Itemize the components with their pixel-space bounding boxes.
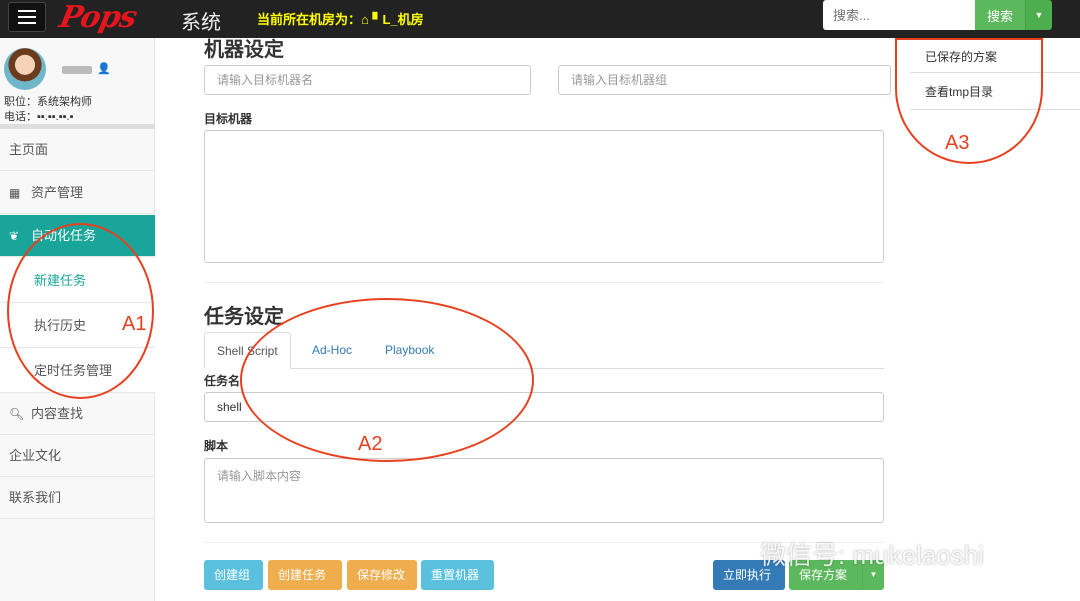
sidebar-item-home[interactable]: 主页面 <box>0 129 155 171</box>
logo: Pops <box>56 0 140 35</box>
sidebar-item-label: 主页面 <box>9 142 49 157</box>
user-position: 职位：系统架构师 <box>4 96 92 108</box>
home-icon: ⌂ <box>361 12 373 27</box>
main-content: 机器设定 请输入目标机器名 请输入目标机器组 目标机器 任务设定 Shell S… <box>155 38 910 601</box>
reset-machine-button[interactable]: 重置机器 <box>421 560 494 590</box>
target-machine-textarea[interactable] <box>204 130 884 263</box>
annotation-a1: A1 <box>122 313 147 335</box>
save-changes-button[interactable]: 保存修改 <box>347 560 417 590</box>
room-label: 当前所在机房为： <box>257 12 362 27</box>
sidebar-item-label: 联系我们 <box>9 490 62 505</box>
search-input[interactable] <box>823 0 975 30</box>
divider <box>204 282 884 283</box>
search-button[interactable]: 搜索 <box>975 0 1025 30</box>
sidebar-item-assets[interactable]: ▦ 资产管理 <box>0 172 155 214</box>
sidebar-item-label: 内容查找 <box>31 406 84 421</box>
script-label: 脚本 <box>204 439 229 453</box>
create-task-button[interactable]: 创建任务 <box>268 560 342 590</box>
search-icon: 🔍︎ <box>9 407 25 421</box>
grid-icon: ▦ <box>9 186 21 200</box>
annotation-a2: A2 <box>358 433 383 455</box>
search-dropdown-button[interactable]: ▼ <box>1025 0 1052 30</box>
room-name: ▘L_机房 <box>372 12 424 27</box>
machine-settings-title: 机器设定 <box>204 39 284 61</box>
annotation-ellipse-a2 <box>240 298 534 462</box>
watermark: 微信号: mukelaoshi <box>760 540 984 570</box>
sidebar-item-culture[interactable]: 企业文化 <box>0 435 155 477</box>
task-settings-title: 任务设定 <box>204 306 284 328</box>
current-room: 当前所在机房为：⌂ ▘L_机房 <box>257 9 424 28</box>
annotation-ellipse-a1 <box>7 223 154 399</box>
sidebar-item-label: 企业文化 <box>9 448 62 463</box>
menu-toggle-button[interactable] <box>8 2 46 32</box>
username-blurred <box>62 66 92 74</box>
top-navbar: Pops 系统 当前所在机房为：⌂ ▘L_机房 搜索 ▼ <box>0 0 1080 38</box>
user-icon[interactable]: 👤 <box>97 62 111 75</box>
task-name-label: 任务名 <box>204 374 241 388</box>
sidebar-item-search[interactable]: 🔍︎ 内容查找 <box>0 393 155 435</box>
system-title: 系统 <box>181 12 221 34</box>
annotation-a3: A3 <box>945 132 970 154</box>
sidebar-item-contact[interactable]: 联系我们 <box>0 477 155 519</box>
machine-group-input[interactable]: 请输入目标机器组 <box>558 65 891 95</box>
machine-name-input[interactable]: 请输入目标机器名 <box>204 65 531 95</box>
script-textarea[interactable]: 请输入脚本内容 <box>204 458 884 523</box>
user-phone: 电话：▪▪.▪▪.▪▪.▪ <box>4 111 74 123</box>
create-group-button[interactable]: 创建组 <box>204 560 263 590</box>
target-machine-label: 目标机器 <box>204 112 253 126</box>
avatar <box>4 48 46 90</box>
sidebar-item-label: 资产管理 <box>31 185 84 200</box>
